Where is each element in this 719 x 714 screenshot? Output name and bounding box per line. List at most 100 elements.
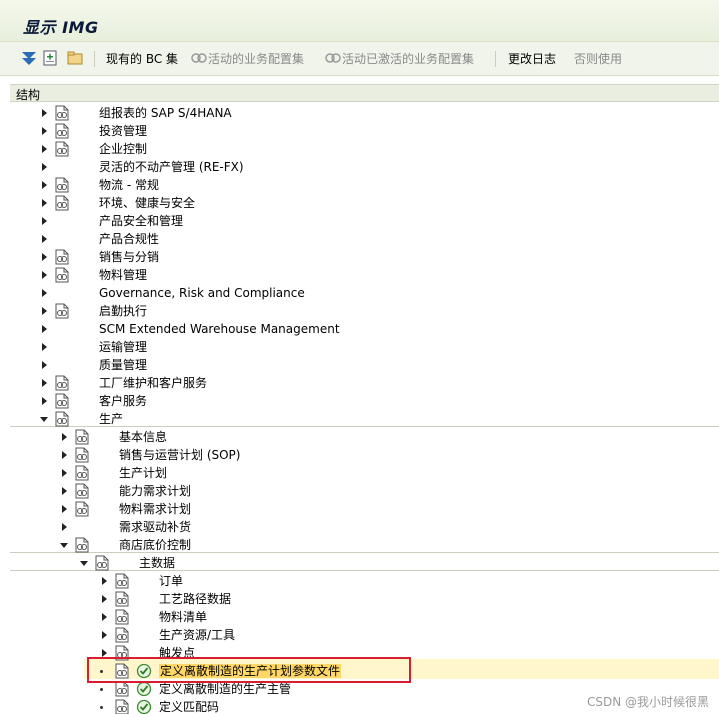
expand-arrow-icon[interactable] [40, 180, 48, 190]
expand-arrow-icon[interactable] [40, 378, 48, 388]
tree-node-row[interactable]: 物流 - 常规 [0, 176, 719, 194]
tree-node-label[interactable]: 产品安全和管理 [99, 214, 183, 228]
expand-arrow-icon[interactable] [40, 126, 48, 136]
tree-node-label[interactable]: 基本信息 [119, 430, 167, 444]
expand-arrow-icon[interactable] [40, 162, 48, 172]
document-icon[interactable] [55, 195, 69, 211]
expand-arrow-icon[interactable] [40, 108, 48, 118]
tree-node-label[interactable]: 客户服务 [99, 394, 147, 408]
expand-arrow-icon[interactable] [40, 324, 48, 334]
tree-node-label[interactable]: 物流 - 常规 [99, 178, 159, 192]
document-icon[interactable] [75, 447, 89, 463]
document-icon[interactable] [55, 177, 69, 193]
tree-node-row[interactable]: 企业控制 [0, 140, 719, 158]
tree-node-row[interactable]: 生产 [0, 410, 719, 428]
tree-node-row[interactable]: 工艺路径数据 [0, 590, 719, 608]
tree-node-row[interactable]: 产品安全和管理 [0, 212, 719, 230]
folder-icon[interactable] [66, 49, 84, 67]
document-icon[interactable] [55, 249, 69, 265]
tree-node-label[interactable]: 生产 [99, 412, 123, 426]
tree-node-label[interactable]: 组报表的 SAP S/4HANA [99, 106, 232, 120]
collapse-arrow-icon[interactable] [80, 558, 88, 568]
document-icon[interactable] [55, 105, 69, 121]
existing-bc-sets-button[interactable]: 现有的 BC 集 [106, 50, 178, 68]
expand-arrow-icon[interactable] [100, 594, 108, 604]
expand-arrow-icon[interactable] [60, 504, 68, 514]
tree-node-row[interactable]: 主数据 [0, 554, 719, 572]
expand-arrow-icon[interactable] [60, 486, 68, 496]
tree-node-label[interactable]: SCM Extended Warehouse Management [99, 322, 340, 336]
tree-node-row[interactable]: 能力需求计划 [0, 482, 719, 500]
expand-arrow-icon[interactable] [100, 612, 108, 622]
expand-arrow-icon[interactable] [100, 576, 108, 586]
tree-node-row[interactable]: 客户服务 [0, 392, 719, 410]
tree-node-label[interactable]: 环境、健康与安全 [99, 196, 195, 210]
tree-node-row[interactable]: 工厂维护和客户服务 [0, 374, 719, 392]
tree-node-row[interactable]: 需求驱动补货 [0, 518, 719, 536]
document-icon[interactable] [75, 465, 89, 481]
tree-node-label[interactable]: 质量管理 [99, 358, 147, 372]
tree-node-label[interactable]: 需求驱动补货 [119, 520, 191, 534]
tree-node-row[interactable]: 生产资源/工具 [0, 626, 719, 644]
expand-arrow-icon[interactable] [40, 288, 48, 298]
tree-node-row[interactable]: 基本信息 [0, 428, 719, 446]
tree-node-row[interactable]: 灵活的不动产管理 (RE-FX) [0, 158, 719, 176]
tree-node-label[interactable]: 产品合规性 [99, 232, 159, 246]
expand-arrow-icon[interactable] [40, 270, 48, 280]
collapse-doc-icon[interactable] [42, 49, 60, 67]
expand-arrow-icon[interactable] [40, 234, 48, 244]
document-icon[interactable] [115, 627, 129, 643]
document-icon[interactable] [115, 591, 129, 607]
expand-arrow-icon[interactable] [40, 360, 48, 370]
tree-node-label[interactable]: 商店底价控制 [119, 538, 191, 552]
document-icon[interactable] [75, 501, 89, 517]
document-icon[interactable] [55, 411, 69, 427]
tree-node-row[interactable]: 销售与运营计划 (SOP) [0, 446, 719, 464]
change-log-button[interactable]: 更改日志 [508, 50, 556, 68]
tree-node-label[interactable]: 销售与运营计划 (SOP) [119, 448, 240, 462]
tree-node-label[interactable]: 主数据 [139, 556, 175, 570]
collapse-arrow-icon[interactable] [60, 540, 68, 550]
expand-arrow-icon[interactable] [100, 630, 108, 640]
tree-node-label[interactable]: 工艺路径数据 [159, 592, 231, 606]
tree-node-label[interactable]: 投资管理 [99, 124, 147, 138]
tree-node-row[interactable]: SCM Extended Warehouse Management [0, 320, 719, 338]
document-icon[interactable] [75, 483, 89, 499]
document-icon[interactable] [115, 609, 129, 625]
expand-arrow-icon[interactable] [60, 432, 68, 442]
expand-arrow-icon[interactable] [60, 450, 68, 460]
expand-arrow-icon[interactable] [40, 198, 48, 208]
activity-label[interactable]: 定义离散制造的生产主管 [159, 682, 291, 696]
document-icon[interactable] [55, 141, 69, 157]
document-icon[interactable] [95, 555, 109, 571]
tree-node-label[interactable]: 运输管理 [99, 340, 147, 354]
active-bc-sets-button[interactable]: 活动的业务配置集 [208, 50, 304, 68]
tree-node-row[interactable]: 订单 [0, 572, 719, 590]
tree-node-label[interactable]: 物料需求计划 [119, 502, 191, 516]
tree-node-label[interactable]: 工厂维护和客户服务 [99, 376, 207, 390]
activated-bc-sets-button[interactable]: 活动已激活的业务配置集 [342, 50, 474, 68]
tree-node-row[interactable]: 产品合规性 [0, 230, 719, 248]
expand-arrow-icon[interactable] [40, 306, 48, 316]
tree-node-row[interactable]: 环境、健康与安全 [0, 194, 719, 212]
document-icon[interactable] [55, 393, 69, 409]
tree-node-row[interactable]: Governance, Risk and Compliance [0, 284, 719, 302]
document-icon[interactable] [115, 699, 129, 714]
document-icon[interactable] [115, 573, 129, 589]
tree-node-row[interactable]: 商店底价控制 [0, 536, 719, 554]
tree-node-row[interactable]: 生产计划 [0, 464, 719, 482]
tree-node-row[interactable]: 销售与分销 [0, 248, 719, 266]
tree-node-row[interactable]: 投资管理 [0, 122, 719, 140]
expand-arrow-icon[interactable] [40, 252, 48, 262]
tree-node-label[interactable]: 企业控制 [99, 142, 147, 156]
tree-node-row[interactable]: 物料需求计划 [0, 500, 719, 518]
tree-node-row[interactable]: 物料管理 [0, 266, 719, 284]
tree-node-row[interactable]: 运输管理 [0, 338, 719, 356]
tree-node-label[interactable]: 销售与分销 [99, 250, 159, 264]
document-icon[interactable] [55, 123, 69, 139]
tree-node-row[interactable]: 启勤执行 [0, 302, 719, 320]
execute-activity-icon[interactable] [136, 699, 152, 714]
document-icon[interactable] [55, 267, 69, 283]
document-icon[interactable] [55, 303, 69, 319]
expand-arrow-icon[interactable] [40, 342, 48, 352]
